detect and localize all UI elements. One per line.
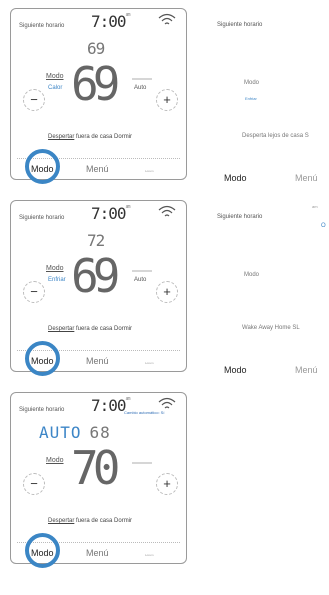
increase-button[interactable]: + [156,89,178,111]
mode-value: Enfriar [245,96,257,101]
mode-label: Modo [244,272,260,278]
preset-wake[interactable]: Despertar [48,326,74,332]
next-schedule-label: Siguiente horario [19,407,65,413]
preset-labels: Despertar fuera de casa Dormir [48,518,132,524]
auto-label: Auto [134,85,147,91]
preset-away[interactable]: fuera de casa [76,326,112,332]
wifi-icon [158,205,176,217]
preset-wake[interactable]: Despertar [48,518,74,524]
mode-value: Enfriar [48,277,66,283]
mode-label: Modo [46,265,64,272]
current-temperature: 69 [71,57,120,111]
bottom-right-tiny-text: Lorem [145,361,154,365]
menu-button[interactable]: Menú [295,173,318,183]
mode-label: Modo [46,73,64,80]
preset-labels: Despertar fuera de casa Dormir [48,134,132,140]
mode-label: Modo [46,457,64,464]
menu-button[interactable]: Menú [86,548,109,558]
wifi-icon [158,397,176,409]
wifi-icon [158,13,176,25]
faded-panel-cool-right: Siguiente horario am O Modo A Wake Away … [212,200,329,375]
next-schedule-label: Siguiente horario [217,22,263,28]
current-temperature: 70 [71,441,120,495]
mode-value: Calor [48,85,63,91]
next-schedule-label: Siguiente horario [19,215,65,221]
clock-suffix-tiny: am [312,204,318,209]
setpoint-display: 72 [87,231,105,250]
menu-button[interactable]: Menú [295,365,318,375]
preset-sleep[interactable]: Dormir [114,518,132,524]
auto-label: Auto [134,277,147,283]
mode-button[interactable]: Modo [224,365,247,375]
decrease-button[interactable]: − [23,473,45,495]
mode-highlight-ring [25,341,60,376]
setpoint-display: 69 [87,39,105,58]
preset-sleep[interactable]: Dormir [114,134,132,140]
increase-button[interactable]: + [156,473,178,495]
preset-labels: Despertar fuera de casa Dormir [48,326,132,332]
current-temperature: 69 [71,249,120,303]
menu-button[interactable]: Menú [86,164,109,174]
auto-setpoint-display: AUTO 68 [39,423,111,442]
faded-panel-heat-right: Siguiente horario Modo Enfriar Desperta … [212,8,329,183]
preset-sleep[interactable]: Dormir [114,326,132,332]
next-schedule-label: Siguiente horario [217,214,263,220]
menu-button[interactable]: Menú [86,356,109,366]
thermostat-panel-cool: Siguiente horario 7:00am 72 Modo Enfriar… [10,200,187,376]
auto-indicator-line [132,78,152,80]
preset-wake[interactable]: Despertar [48,134,74,140]
mode-highlight-ring [25,149,60,184]
thermostat-panel-heat: Siguiente horario 7:00am 69 Modo Calor A… [10,8,187,184]
thermostat-panel-auto: Siguiente horario 7:00am Cambio automáti… [10,392,187,568]
next-schedule-label: Siguiente horario [19,23,65,29]
bottom-right-tiny-text: Lorem [145,553,154,557]
mode-highlight-ring [25,533,60,568]
preset-away[interactable]: fuera de casa [76,134,112,140]
clock-display: 7:00am [91,12,131,31]
clock-display: 7:00am [91,204,131,223]
auto-indicator-line [132,462,152,464]
preset-labels: Desperta lejos de casa S [242,133,309,139]
bottom-right-tiny-text: Lorem [145,169,154,173]
edge-label-o: O [321,223,326,229]
preset-labels: Wake Away Home SL [242,325,300,331]
auto-indicator-line [132,270,152,272]
decrease-button[interactable]: − [23,89,45,111]
mode-label: Modo [244,80,260,86]
mode-button[interactable]: Modo [224,173,247,183]
decrease-button[interactable]: − [23,281,45,303]
preset-away[interactable]: fuera de casa [76,518,112,524]
increase-button[interactable]: + [156,281,178,303]
